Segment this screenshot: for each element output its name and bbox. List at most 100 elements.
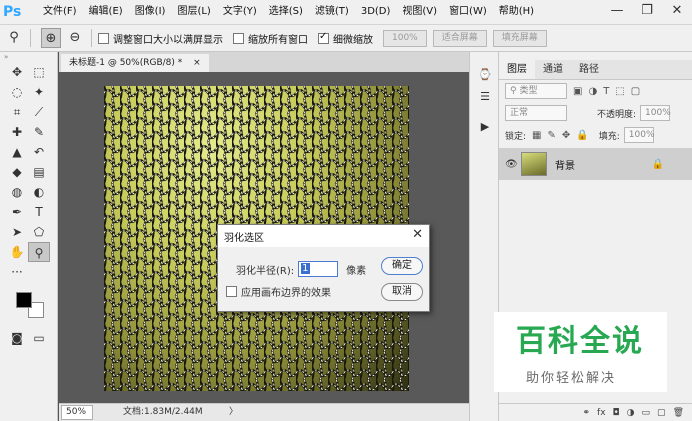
filter-smart-icon[interactable]: ▢ [631, 86, 640, 97]
status-menu-arrow-icon[interactable]: 〉 [229, 404, 238, 421]
document-tab-title: 未标题-1 @ 50%(RGB/8) * [69, 58, 183, 68]
actions-play-icon[interactable]: ▶ [474, 118, 496, 136]
menu-view[interactable]: 视图(V) [396, 0, 443, 24]
zoom-tool-icon[interactable]: ⚲ [28, 242, 50, 262]
opacity-field[interactable]: 100% [640, 105, 671, 121]
photoshop-logo: Ps [3, 4, 22, 20]
lock-position-icon[interactable]: ✥ [562, 130, 570, 141]
restore-button[interactable]: ❐ [632, 0, 662, 24]
stamp-tool-icon[interactable]: ▲ [6, 142, 28, 162]
quick-mask-icon[interactable]: ◙ [6, 328, 28, 348]
adjustment-layer-icon[interactable]: ◑ [627, 408, 635, 418]
hand-tool-icon[interactable]: ✋ [6, 242, 28, 262]
panel-collapse-bar[interactable] [499, 52, 692, 60]
zoom-level-field[interactable]: 50% [61, 405, 93, 420]
canvas-edge-checkbox[interactable] [226, 286, 237, 297]
close-tab-icon[interactable]: × [193, 58, 201, 68]
canvas-edge-label: 应用画布边界的效果 [241, 288, 331, 299]
lock-row: 锁定: ▦ ✎ ✥ 🔒 填充: 100% [499, 124, 692, 146]
brush-tool-icon[interactable]: ✎ [28, 122, 50, 142]
magic-wand-icon[interactable]: ✦ [28, 82, 50, 102]
menu-type[interactable]: 文字(Y) [217, 0, 263, 24]
lock-transparent-icon[interactable]: ▦ [532, 130, 541, 141]
minimize-button[interactable]: — [602, 0, 632, 24]
menu-file[interactable]: 文件(F) [37, 0, 83, 24]
link-layers-icon[interactable]: ⚭ [583, 408, 591, 418]
marquee-tool-icon[interactable]: ⬚ [28, 62, 50, 82]
add-mask-icon[interactable]: ◘ [613, 408, 620, 418]
lock-pixels-icon[interactable]: ✎ [548, 130, 556, 141]
new-group-icon[interactable]: ▭ [642, 408, 651, 418]
new-layer-icon[interactable]: ▢ [657, 408, 666, 418]
menu-window[interactable]: 窗口(W) [443, 0, 493, 24]
collapse-tools-icon[interactable]: » [0, 52, 57, 62]
gradient-tool-icon[interactable]: ▤ [28, 162, 50, 182]
fx-icon[interactable]: fx [597, 408, 606, 418]
cancel-button[interactable]: 取消 [381, 283, 423, 301]
move-tool-icon[interactable]: ✥ [6, 62, 28, 82]
document-tab-bar: 未标题-1 @ 50%(RGB/8) * × [59, 52, 469, 72]
menu-help[interactable]: 帮助(H) [493, 0, 540, 24]
zoom-tool-preset-icon[interactable]: ⚲ [4, 28, 24, 48]
feather-radius-input[interactable]: 1 [298, 261, 339, 277]
filter-type-icon[interactable]: T [603, 86, 609, 97]
screen-mode-icon[interactable]: ▭ [28, 328, 50, 348]
tab-channels[interactable]: 通道 [535, 60, 571, 79]
tab-paths[interactable]: 路径 [571, 60, 607, 79]
blur-tool-icon[interactable]: ◍ [6, 182, 28, 202]
tab-layers[interactable]: 图层 [499, 60, 535, 79]
lasso-tool-icon[interactable]: ◌ [6, 82, 28, 102]
menu-select[interactable]: 选择(S) [263, 0, 309, 24]
filter-shape-icon[interactable]: ⬚ [615, 86, 624, 97]
foreground-color-swatch[interactable] [16, 292, 32, 308]
zoom-all-checkbox[interactable] [233, 32, 244, 44]
layer-lock-icon: 🔒 [651, 158, 664, 170]
history-brush-icon[interactable]: ↶ [28, 142, 50, 162]
delete-layer-icon[interactable]: 🗑 [673, 408, 684, 418]
dialog-close-icon[interactable]: ✕ [412, 227, 423, 242]
menu-3d[interactable]: 3D(D) [355, 0, 397, 24]
layer-filter-select[interactable]: ⚲ 类型 [505, 83, 567, 99]
pen-tool-icon[interactable]: ✒ [6, 202, 28, 222]
eraser-tool-icon[interactable]: ◆ [6, 162, 28, 182]
crop-tool-icon[interactable]: ⌗ [6, 102, 28, 122]
shape-tool-icon[interactable]: ⬠ [28, 222, 50, 242]
eyedropper-icon[interactable]: ⟋ [28, 102, 50, 122]
layer-actions-bar: ⚭ fx ◘ ◑ ▭ ▢ 🗑 [499, 403, 692, 421]
fill-field[interactable]: 100% [623, 127, 655, 143]
menu-filter[interactable]: 滤镜(T) [309, 0, 355, 24]
blend-mode-select[interactable]: 正常 [505, 105, 567, 121]
type-tool-icon[interactable]: T [28, 202, 50, 222]
fit-screen-button[interactable]: 适合屏幕 [432, 29, 487, 47]
menu-image[interactable]: 图像(I) [129, 0, 172, 24]
zoom-out-icon[interactable]: ⊖ [65, 28, 85, 48]
dodge-tool-icon[interactable]: ◐ [28, 182, 50, 202]
visibility-eye-icon[interactable]: 👁 [505, 159, 518, 170]
filter-pixel-icon[interactable]: ▣ [573, 86, 582, 97]
layer-row-background[interactable]: 👁 背景 🔒 [499, 148, 692, 180]
close-button[interactable]: ✕ [662, 0, 692, 24]
blend-mode-row: 正常 不透明度: 100% [499, 102, 692, 124]
watermark-logo: 百科全说 助你轻松解决 [494, 312, 667, 392]
scrubby-zoom-checkbox[interactable] [318, 31, 329, 44]
layer-thumbnail [521, 152, 547, 176]
properties-panel-icon[interactable]: ☰ [474, 88, 496, 106]
zoom-in-icon[interactable]: ⊕ [41, 28, 61, 48]
opacity-label: 不透明度: [597, 109, 637, 120]
menu-layer[interactable]: 图层(L) [171, 0, 216, 24]
divider [30, 29, 31, 47]
scrubby-zoom-label: 细微缩放 [333, 34, 373, 46]
more-tools-icon[interactable]: ··· [6, 262, 28, 282]
zoom-100-button[interactable]: 100% [383, 29, 427, 47]
lock-all-icon[interactable]: 🔒 [576, 130, 588, 141]
document-tab[interactable]: 未标题-1 @ 50%(RGB/8) * × [61, 54, 209, 72]
layer-name: 背景 [555, 160, 575, 172]
filter-adjust-icon[interactable]: ◑ [588, 86, 597, 97]
path-select-icon[interactable]: ➤ [6, 222, 28, 242]
ok-button[interactable]: 确定 [381, 257, 423, 275]
healing-brush-icon[interactable]: ✚ [6, 122, 28, 142]
fill-screen-button[interactable]: 填充屏幕 [492, 29, 547, 47]
history-panel-icon[interactable]: ⌚ [474, 66, 496, 84]
resize-windows-checkbox[interactable] [98, 32, 109, 44]
menu-edit[interactable]: 编辑(E) [83, 0, 129, 24]
